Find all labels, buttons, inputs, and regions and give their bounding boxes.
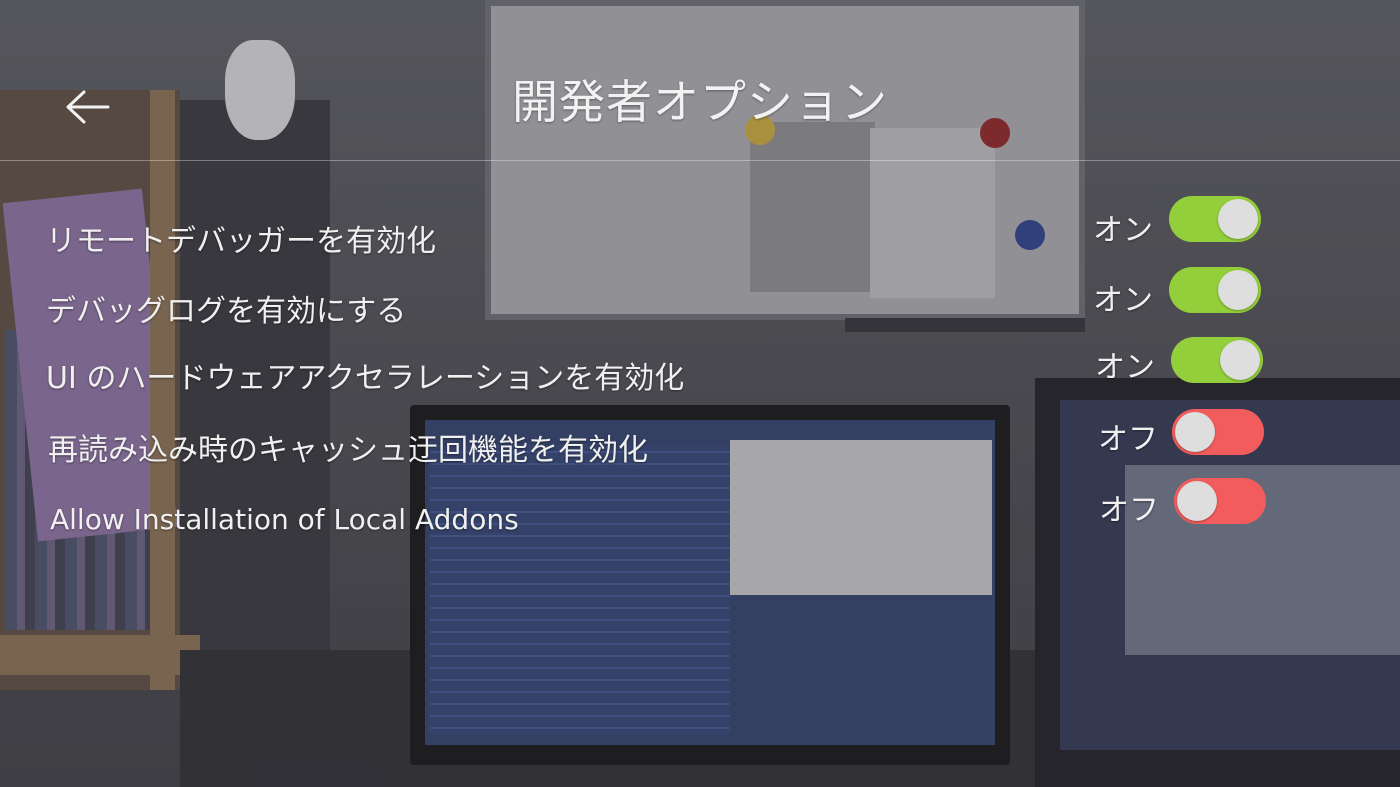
option-row-remote-debugger: リモートデバッガーを有効化 オン [0, 196, 1400, 265]
developer-options-panel: 開発者オプション リモートデバッガーを有効化 オン デバッグログを有効にする オ… [0, 0, 1400, 787]
option-row-hardware-acceleration: UI のハードウェアアクセラレーションを有効化 オン [0, 337, 1400, 402]
option-status: オン [1093, 283, 1153, 318]
option-row-debug-log: デバッグログを有効にする オン [0, 267, 1400, 335]
toggle-knob [1218, 199, 1258, 239]
option-status: オン [1093, 213, 1153, 248]
local-addons-toggle[interactable] [1174, 478, 1266, 524]
option-status: オフ [1099, 493, 1159, 528]
cache-bypass-toggle[interactable] [1172, 409, 1264, 455]
option-status: オン [1095, 350, 1155, 385]
option-label: UI のハードウェアアクセラレーションを有効化 [46, 361, 685, 396]
option-status: オフ [1098, 422, 1158, 457]
header-divider [0, 160, 1400, 161]
toggle-knob [1218, 270, 1258, 310]
debug-log-toggle[interactable] [1169, 267, 1261, 313]
page-title: 開発者オプション [512, 75, 888, 129]
option-label: Allow Installation of Local Addons [50, 503, 519, 536]
toggle-knob [1175, 412, 1215, 452]
option-label: デバッグログを有効にする [46, 294, 407, 329]
option-row-local-addons: Allow Installation of Local Addons オフ [0, 478, 1400, 545]
option-label: 再読み込み時のキャッシュ迂回機能を有効化 [48, 433, 648, 468]
option-label: リモートデバッガーを有効化 [46, 224, 436, 259]
remote-debugger-toggle[interactable] [1169, 196, 1261, 242]
toggle-knob [1220, 340, 1260, 380]
option-row-cache-bypass: 再読み込み時のキャッシュ迂回機能を有効化 オフ [0, 409, 1400, 474]
toggle-knob [1177, 481, 1217, 521]
hardware-acceleration-toggle[interactable] [1171, 337, 1263, 383]
